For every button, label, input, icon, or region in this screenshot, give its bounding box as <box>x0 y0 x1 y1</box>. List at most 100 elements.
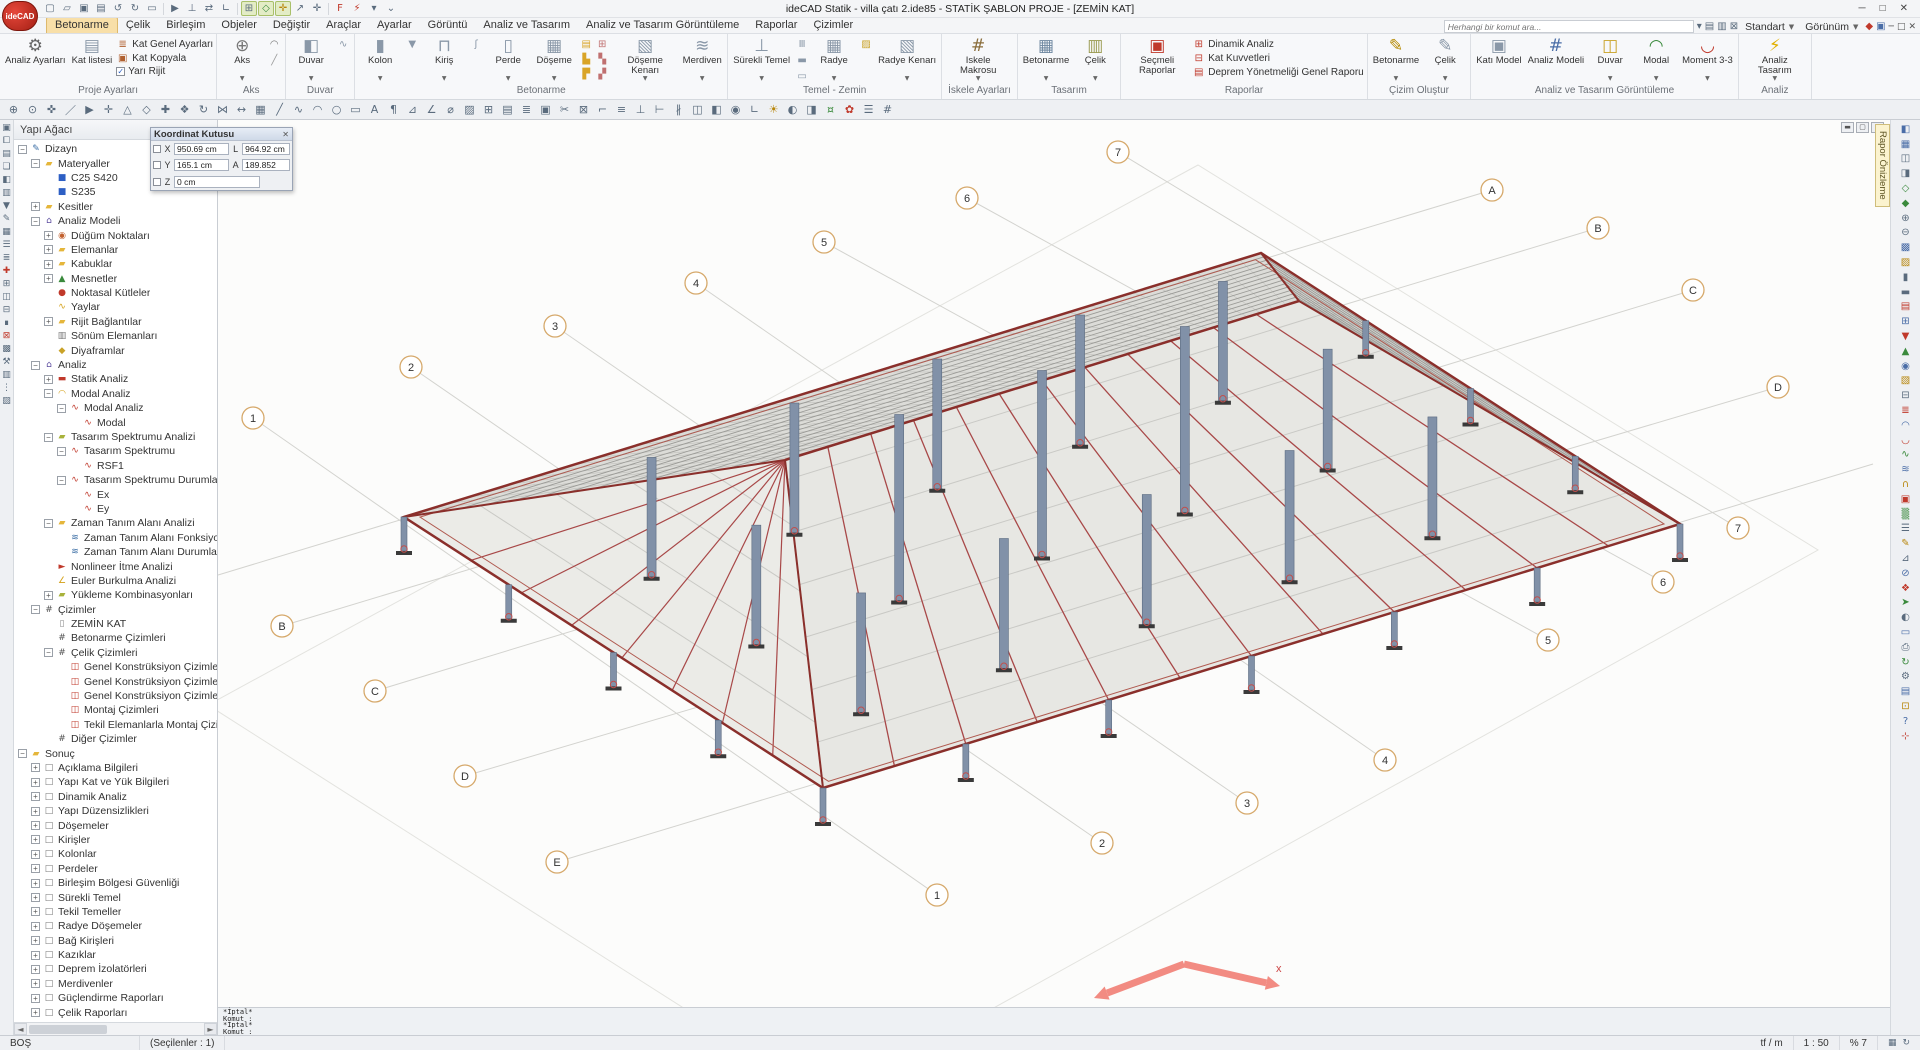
tab-ayarlar[interactable]: Ayarlar <box>369 18 420 33</box>
frame-icon[interactable]: ◫ <box>2 292 11 302</box>
fillet-icon[interactable]: ⌐ <box>593 101 612 118</box>
expand-icon[interactable]: + <box>44 274 53 283</box>
z-input[interactable]: 0 cm <box>174 176 260 188</box>
steel-column[interactable] <box>790 403 799 533</box>
diagram-v-icon[interactable]: ◡ <box>1896 433 1916 448</box>
run-analysis-icon[interactable]: ⚡ <box>349 1 365 16</box>
expand-icon[interactable]: + <box>31 835 40 844</box>
yari-rijit-checkbox[interactable]: ✓ <box>116 67 125 76</box>
tab-objeler[interactable]: Objeler <box>213 18 264 33</box>
slabC-icon[interactable]: ▙ <box>578 52 594 67</box>
parallel-snap-icon[interactable]: ⇄ <box>201 1 217 16</box>
more-vertical-icon[interactable]: ⋮ <box>2 383 11 393</box>
slabE-icon[interactable]: ▛ <box>578 67 594 82</box>
steel-column[interactable] <box>857 593 866 712</box>
object-snap-icon[interactable]: ◇ <box>258 1 274 16</box>
break-icon[interactable]: ∦ <box>669 101 688 118</box>
tree-item[interactable]: +□Sürekli Temel <box>14 890 217 904</box>
tree-item[interactable]: −∿Tasarım Spektrumu <box>14 444 217 458</box>
column-base-plate[interactable] <box>748 645 764 649</box>
walkthrough-icon[interactable]: ➤ <box>1896 596 1916 611</box>
curve-icon[interactable]: ∿ <box>335 37 351 52</box>
storey-icon[interactable]: ≣ <box>3 253 11 263</box>
coordinate-box-close-icon[interactable]: ✕ <box>282 130 289 139</box>
raftzone-icon[interactable]: ▨ <box>858 37 874 52</box>
save-all-icon[interactable]: ▤ <box>93 1 109 16</box>
ribbon-button-kat-kopyala[interactable]: ▣Kat Kopyala <box>116 52 213 64</box>
tab-araçlar[interactable]: Araçlar <box>318 18 369 33</box>
l-input[interactable]: 964.92 cm <box>242 143 290 155</box>
tree-item[interactable]: +◉Düğüm Noktaları <box>14 228 217 242</box>
column-base-plate[interactable] <box>396 551 412 555</box>
elevation-icon[interactable]: ∎ <box>4 318 10 328</box>
tree-item[interactable]: +▲Mesnetler <box>14 272 217 286</box>
piles-icon[interactable]: Ⅲ <box>794 37 810 52</box>
tree-item[interactable]: +□Merdivenler <box>14 977 217 991</box>
tab-çizimler[interactable]: Çizimler <box>805 18 861 33</box>
arc-icon[interactable]: ◠ <box>308 101 327 118</box>
new-file-icon[interactable]: ▢ <box>42 1 58 16</box>
walls-mode-icon[interactable]: ◨ <box>802 101 821 118</box>
render-icon[interactable]: ◐ <box>783 101 802 118</box>
redo-icon[interactable]: ↻ <box>127 1 143 16</box>
column-base-plate[interactable] <box>606 687 622 691</box>
axis-labels-icon[interactable]: ⊞ <box>1896 314 1916 329</box>
load-display-icon[interactable]: ▼ <box>1896 329 1916 344</box>
column-base-plate[interactable] <box>891 601 907 605</box>
idecad-logo-icon[interactable]: ideCAD <box>2 1 38 31</box>
y-input[interactable]: 165.1 cm <box>174 159 229 171</box>
move-copy-icon[interactable]: ❖ <box>175 101 194 118</box>
steel-column[interactable] <box>1076 315 1085 445</box>
tab-değiştir[interactable]: Değiştir <box>265 18 318 33</box>
delete-icon[interactable]: ⊠ <box>3 331 11 341</box>
frame-display-icon[interactable]: ⊟ <box>1896 388 1916 403</box>
open-file-icon[interactable]: ▱ <box>59 1 75 16</box>
scroll-right-icon[interactable]: ► <box>204 1023 217 1035</box>
expand-icon[interactable]: + <box>31 821 40 830</box>
tree-item[interactable]: ◫Montaj Çizimleri <box>14 703 217 717</box>
polyline-icon[interactable]: ∿ <box>289 101 308 118</box>
tree-item[interactable]: −∿Modal Analiz <box>14 401 217 415</box>
tree-item[interactable]: +□Dinamik Analiz <box>14 790 217 804</box>
snapshot-icon[interactable]: ▭ <box>1896 625 1916 640</box>
rebar-display-icon[interactable]: ≣ <box>1896 403 1916 418</box>
view-plan-icon[interactable]: ▦ <box>1896 137 1916 152</box>
tree-item[interactable]: −#Çelik Çizimleri <box>14 646 217 660</box>
column-base-plate[interactable] <box>815 822 831 826</box>
tree-item[interactable]: +□Tekil Temeller <box>14 905 217 919</box>
shell-display-icon[interactable]: ▧ <box>1896 374 1916 389</box>
array-icon[interactable]: ▦ <box>251 101 270 118</box>
slab-labels-icon[interactable]: ▤ <box>1896 300 1916 315</box>
ribbon-button-betonarme[interactable]: ✎Betonarme▼ <box>1371 35 1421 85</box>
tree-item[interactable]: +□Perdeler <box>14 862 217 876</box>
column-base-plate[interactable] <box>958 778 974 782</box>
ribbon-button-duvar[interactable]: ◫Duvar▼ <box>1588 35 1632 85</box>
ribbon-button-kat-genel-ayarları[interactable]: ≣Kat Genel Ayarları <box>116 38 213 50</box>
collapse-icon[interactable]: − <box>31 605 40 614</box>
status-refresh-icon[interactable]: ↻ <box>1902 1038 1910 1048</box>
column-base-plate[interactable] <box>1672 558 1688 562</box>
tab-birleşim[interactable]: Birleşim <box>158 18 213 33</box>
ribbon-button-döşeme[interactable]: ▦Döşeme▼ <box>532 35 576 85</box>
tree-item[interactable]: ▯ZEMİN KAT <box>14 617 217 631</box>
tab-çelik[interactable]: Çelik <box>118 18 158 33</box>
ribbon-button-perde[interactable]: ▯Perde▼ <box>486 35 530 85</box>
ribbon-button-kat-kuvvetleri[interactable]: ⊟Kat Kuvvetleri <box>1192 52 1363 64</box>
move-icon[interactable]: ✚ <box>156 101 175 118</box>
viewport-restore-icon[interactable]: ▢ <box>1856 122 1869 133</box>
x-input[interactable]: 950.69 cm <box>174 143 229 155</box>
command-search-input[interactable] <box>1444 20 1694 33</box>
mdi-restore-icon[interactable]: □ <box>1897 22 1906 32</box>
axes-icon[interactable]: ⊞ <box>3 279 11 289</box>
layer-stack-icon[interactable]: ▤ <box>1705 21 1714 32</box>
tab-betonarme[interactable]: Betonarme <box>46 17 118 33</box>
customize-toolbar-icon[interactable]: ⌄ <box>383 1 399 16</box>
pin-view-icon[interactable]: ⊹ <box>1896 729 1916 744</box>
measure-icon[interactable]: ／ <box>61 101 80 118</box>
tree-item[interactable]: +□Kazıklar <box>14 948 217 962</box>
expand-icon[interactable]: + <box>44 231 53 240</box>
tree-item[interactable]: ≋Zaman Tanım Alanı Fonksiyonları <box>14 531 217 545</box>
ribbon-button-sürekli-temel[interactable]: ⊥Sürekli Temel▼ <box>731 35 792 85</box>
tree-item[interactable]: ∠Euler Burkulma Analizi <box>14 574 217 588</box>
expand-icon[interactable]: + <box>31 763 40 772</box>
